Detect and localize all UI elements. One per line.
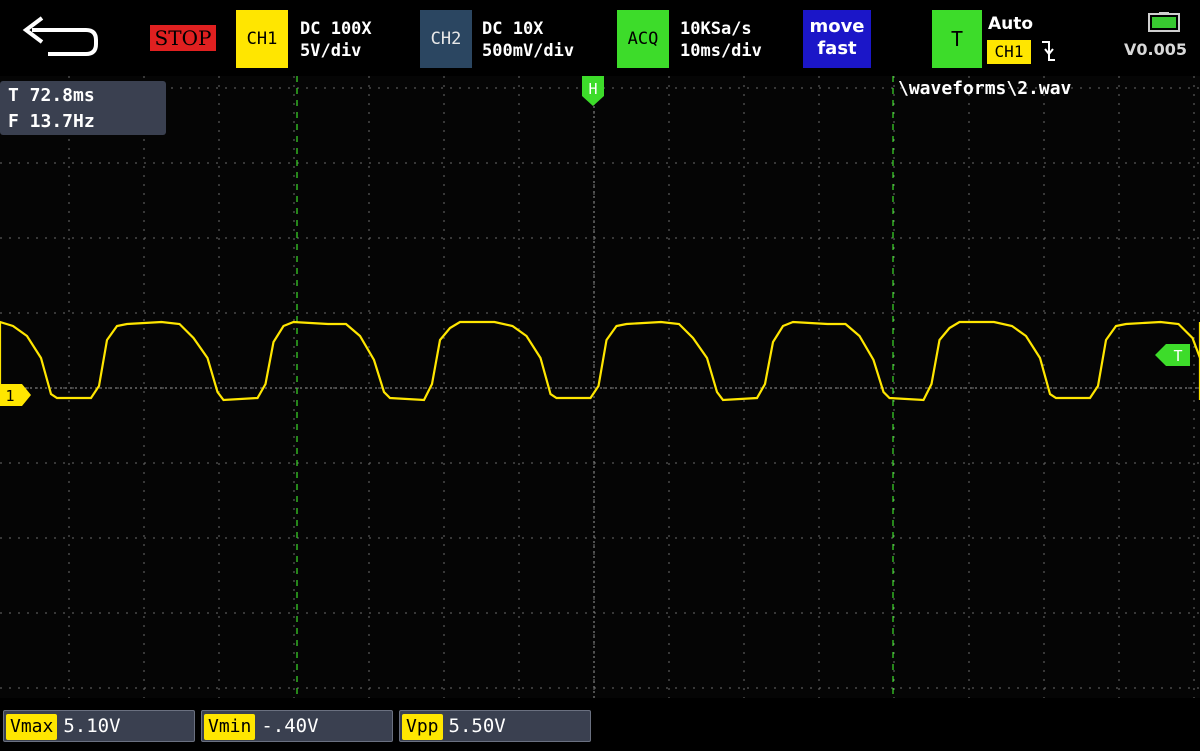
stop-button[interactable]: STOP — [150, 25, 216, 51]
period-frequency-readout: T 72.8ms F 13.7Hz — [0, 81, 166, 135]
acq-button[interactable]: ACQ — [617, 10, 669, 68]
toolbar: STOP CH1 DC 100X 5V/div CH2 DC 10X 500mV… — [0, 0, 1200, 76]
measurement-vmin[interactable]: Vmin -.40V — [201, 710, 393, 742]
measurement-label: Vpp — [402, 714, 443, 740]
firmware-version: V0.005 — [1124, 40, 1187, 59]
measurement-value: -.40V — [261, 715, 319, 737]
measurement-vmax[interactable]: Vmax 5.10V — [3, 710, 195, 742]
measurement-value: 5.50V — [448, 715, 506, 737]
battery-icon — [1148, 12, 1180, 32]
falling-edge-icon[interactable] — [1040, 38, 1056, 64]
trigger-button[interactable]: T — [932, 10, 982, 68]
move-speed-button[interactable]: move fast — [803, 10, 871, 68]
ch2-scale: 500mV/div — [482, 41, 575, 61]
sample-rate: 10KSa/s — [680, 19, 752, 39]
back-arrow-icon[interactable] — [18, 10, 100, 60]
ch1-settings[interactable]: DC 100X 5V/div — [300, 18, 372, 62]
period-value: T 72.8ms — [8, 85, 95, 106]
trigger-source[interactable]: CH1 — [987, 40, 1031, 64]
frequency-value: F 13.7Hz — [8, 111, 95, 132]
ch1-coupling: DC 100X — [300, 19, 372, 39]
ch1-button[interactable]: CH1 — [236, 10, 288, 68]
acq-settings[interactable]: 10KSa/s 10ms/div — [680, 18, 762, 62]
ch1-marker-label: 1 — [5, 387, 14, 405]
trigger-mode[interactable]: Auto — [988, 14, 1033, 34]
waveform-display[interactable]: H 1 T — [0, 76, 1200, 698]
ch2-button[interactable]: CH2 — [420, 10, 472, 68]
move-label: move — [809, 16, 865, 37]
horizontal-marker-label: H — [588, 80, 597, 98]
timebase: 10ms/div — [680, 41, 762, 61]
ch1-scale: 5V/div — [300, 41, 362, 61]
measurement-value: 5.10V — [63, 715, 121, 737]
trigger-marker-label: T — [1173, 347, 1182, 365]
measurement-vpp[interactable]: Vpp 5.50V — [399, 710, 591, 742]
ch2-settings[interactable]: DC 10X 500mV/div — [482, 18, 574, 62]
move-speed-label: fast — [817, 38, 857, 59]
file-path: \waveforms\2.wav — [898, 78, 1072, 99]
measurement-label: Vmin — [204, 714, 256, 740]
measurement-label: Vmax — [6, 714, 58, 740]
ch2-coupling: DC 10X — [482, 19, 544, 39]
